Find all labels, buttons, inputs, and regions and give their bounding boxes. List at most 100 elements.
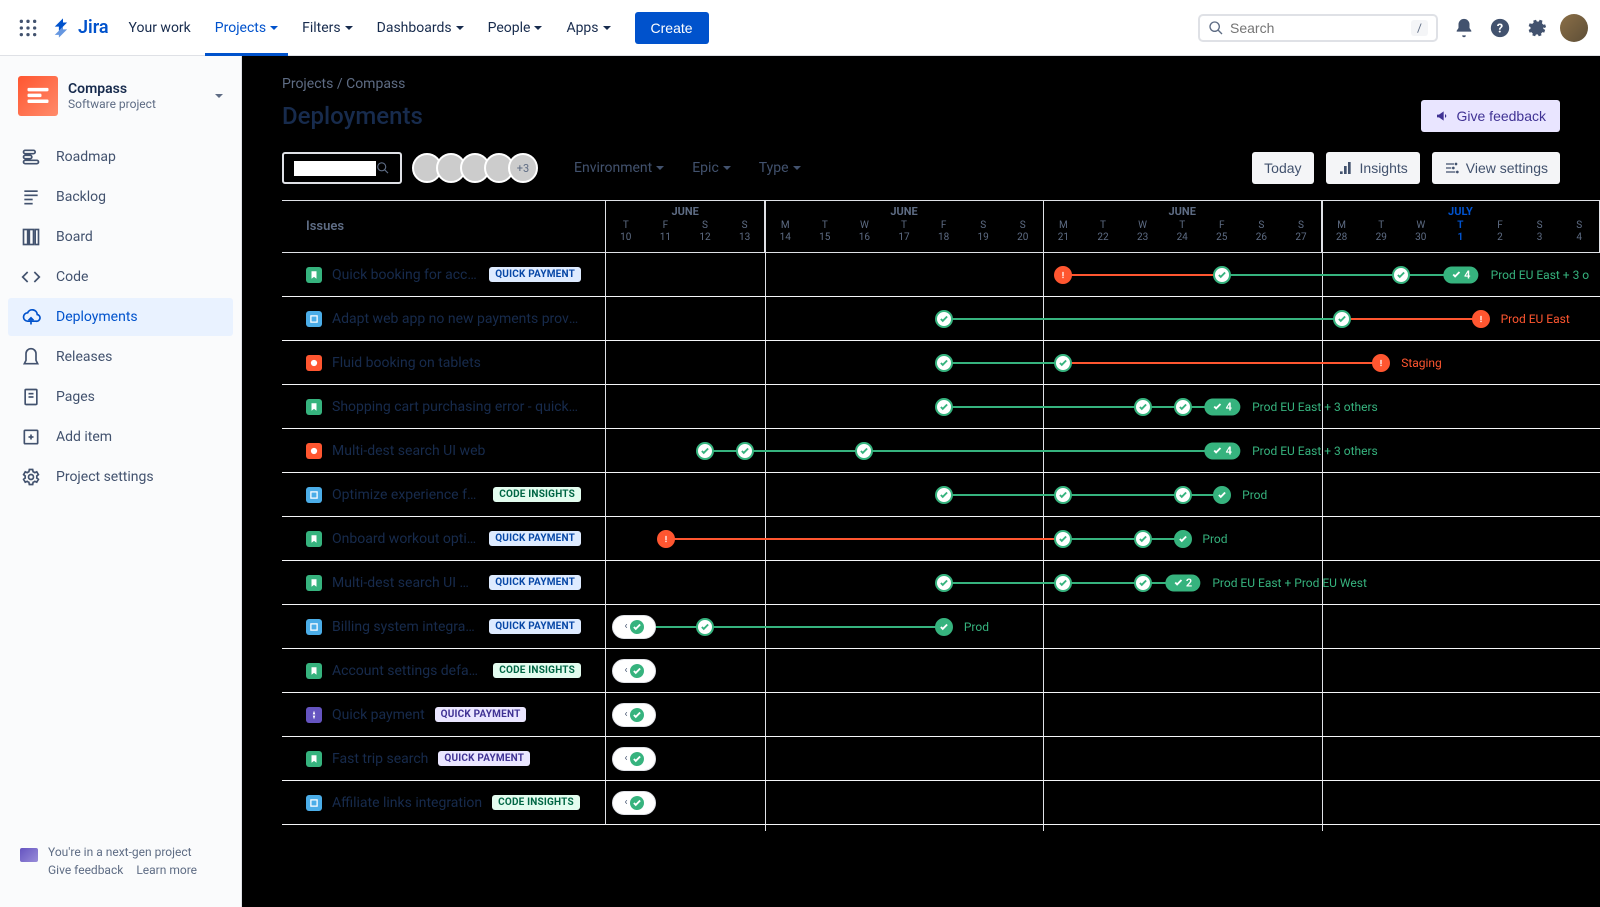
deploy-marker[interactable] bbox=[935, 574, 953, 592]
deploy-marker[interactable] bbox=[1392, 266, 1410, 284]
apps-switcher-icon[interactable] bbox=[12, 12, 44, 44]
footer-feedback-link[interactable]: Give feedback bbox=[48, 863, 123, 877]
collapse-button[interactable]: ‹ bbox=[612, 703, 656, 727]
view-settings-button[interactable]: View settings bbox=[1432, 152, 1560, 184]
deploy-count-badge[interactable]: 2 bbox=[1165, 574, 1200, 591]
deploy-marker[interactable] bbox=[1174, 398, 1192, 416]
deploy-marker[interactable] bbox=[1213, 266, 1231, 284]
epic-badge[interactable]: QUICK PAYMENT bbox=[489, 575, 581, 590]
sidebar-item-releases[interactable]: Releases bbox=[8, 338, 233, 376]
issue-row[interactable]: Fluid booking on tablets bbox=[282, 341, 606, 385]
issue-row[interactable]: Multi-dest search UI web bbox=[282, 429, 606, 473]
epic-badge[interactable]: QUICK PAYMENT bbox=[489, 267, 581, 282]
deploy-marker[interactable] bbox=[1333, 310, 1351, 328]
settings-icon[interactable] bbox=[1520, 12, 1552, 44]
sidebar-item-pages[interactable]: Pages bbox=[8, 378, 233, 416]
jira-logo[interactable]: Jira bbox=[52, 17, 109, 39]
issue-row[interactable]: Optimize experience for mobile webCODE I… bbox=[282, 473, 606, 517]
settings-icon bbox=[20, 466, 42, 488]
deploy-marker[interactable] bbox=[1213, 486, 1231, 504]
avatar-more[interactable]: +3 bbox=[508, 153, 538, 183]
create-button[interactable]: Create bbox=[635, 12, 709, 44]
sidebar-item-add-item[interactable]: Add item bbox=[8, 418, 233, 456]
deploy-marker[interactable] bbox=[1372, 354, 1390, 372]
deploy-marker[interactable] bbox=[657, 530, 675, 548]
epic-badge[interactable]: CODE INSIGHTS bbox=[493, 663, 581, 678]
epic-badge[interactable]: QUICK PAYMENT bbox=[489, 619, 581, 634]
deploy-marker[interactable] bbox=[935, 354, 953, 372]
collapse-button[interactable]: ‹ bbox=[612, 747, 656, 771]
global-search[interactable]: / bbox=[1198, 14, 1438, 42]
deploy-count-badge[interactable]: 4 bbox=[1205, 442, 1240, 459]
issue-row[interactable]: Fast trip searchQUICK PAYMENT bbox=[282, 737, 606, 781]
issue-row[interactable]: Account settings defaultsCODE INSIGHTS bbox=[282, 649, 606, 693]
issue-row[interactable]: Multi-dest search UI mobilewebQUICK PAYM… bbox=[282, 561, 606, 605]
nav-dashboards[interactable]: Dashboards bbox=[367, 12, 474, 44]
issue-row[interactable]: Quick paymentQUICK PAYMENT bbox=[282, 693, 606, 737]
deploy-marker[interactable] bbox=[935, 398, 953, 416]
project-expand-icon[interactable] bbox=[215, 94, 223, 98]
deploy-marker[interactable] bbox=[1174, 530, 1192, 548]
nav-apps[interactable]: Apps bbox=[556, 12, 620, 44]
project-header[interactable]: Compass Software project bbox=[8, 76, 233, 136]
deploy-marker[interactable] bbox=[1134, 398, 1152, 416]
collapse-button[interactable]: ‹ bbox=[612, 791, 656, 815]
deploy-marker[interactable] bbox=[935, 486, 953, 504]
deploy-marker[interactable] bbox=[935, 618, 953, 636]
nav-your-work[interactable]: Your work bbox=[119, 12, 201, 44]
today-button[interactable]: Today bbox=[1252, 152, 1313, 184]
issue-row[interactable]: Onboard workout options (OWO)QUICK PAYME… bbox=[282, 517, 606, 561]
issue-row[interactable]: Adapt web app no new payments provider bbox=[282, 297, 606, 341]
sidebar-item-project-settings[interactable]: Project settings bbox=[8, 458, 233, 496]
sidebar-item-code[interactable]: Code bbox=[8, 258, 233, 296]
deploy-marker[interactable] bbox=[696, 442, 714, 460]
epic-badge[interactable]: QUICK PAYMENT bbox=[435, 707, 527, 722]
sidebar-item-deployments[interactable]: Deployments bbox=[8, 298, 233, 336]
filter-epic[interactable]: Epic bbox=[684, 154, 739, 182]
sidebar-item-backlog[interactable]: Backlog bbox=[8, 178, 233, 216]
search-input[interactable] bbox=[1230, 20, 1411, 36]
local-search-input[interactable] bbox=[294, 161, 376, 176]
epic-badge[interactable]: QUICK PAYMENT bbox=[489, 531, 581, 546]
collapse-button[interactable]: ‹ bbox=[612, 615, 656, 639]
issue-row[interactable]: Shopping cart purchasing error - quick f… bbox=[282, 385, 606, 429]
nav-projects[interactable]: Projects bbox=[205, 12, 288, 44]
issue-row[interactable]: Billing system integration - frontendQUI… bbox=[282, 605, 606, 649]
give-feedback-button[interactable]: Give feedback bbox=[1421, 100, 1561, 132]
sidebar-item-roadmap[interactable]: Roadmap bbox=[8, 138, 233, 176]
sidebar-item-board[interactable]: Board bbox=[8, 218, 233, 256]
deploy-count-badge[interactable]: 4 bbox=[1443, 266, 1478, 283]
epic-badge[interactable]: CODE INSIGHTS bbox=[493, 487, 581, 502]
deploy-marker[interactable] bbox=[1174, 486, 1192, 504]
avatar-stack[interactable]: +3 bbox=[418, 153, 538, 183]
deploy-marker[interactable] bbox=[1134, 574, 1152, 592]
deploy-marker[interactable] bbox=[855, 442, 873, 460]
deploy-marker[interactable] bbox=[1472, 310, 1490, 328]
breadcrumb-projects[interactable]: Projects bbox=[282, 76, 333, 92]
footer-learnmore-link[interactable]: Learn more bbox=[136, 863, 197, 877]
deploy-count-badge[interactable]: 4 bbox=[1205, 398, 1240, 415]
deploy-marker[interactable] bbox=[935, 310, 953, 328]
deploy-marker[interactable] bbox=[1054, 574, 1072, 592]
notifications-icon[interactable] bbox=[1448, 12, 1480, 44]
filter-type[interactable]: Type bbox=[751, 154, 809, 182]
nav-people[interactable]: People bbox=[478, 12, 553, 44]
collapse-button[interactable]: ‹ bbox=[612, 659, 656, 683]
epic-badge[interactable]: QUICK PAYMENT bbox=[438, 751, 530, 766]
deploy-marker[interactable] bbox=[1054, 266, 1072, 284]
deploy-marker[interactable] bbox=[696, 618, 714, 636]
local-search[interactable] bbox=[282, 152, 402, 184]
issue-row[interactable]: Quick booking for accommodationsQUICK PA… bbox=[282, 253, 606, 297]
filter-environment[interactable]: Environment bbox=[566, 154, 672, 182]
deploy-marker[interactable] bbox=[736, 442, 754, 460]
deploy-marker[interactable] bbox=[1134, 530, 1152, 548]
deploy-marker[interactable] bbox=[1054, 530, 1072, 548]
deploy-marker[interactable] bbox=[1054, 486, 1072, 504]
deploy-marker[interactable] bbox=[1054, 354, 1072, 372]
issue-row[interactable]: Affiliate links integrationCODE INSIGHTS bbox=[282, 781, 606, 825]
user-avatar[interactable] bbox=[1560, 14, 1588, 42]
help-icon[interactable]: ? bbox=[1484, 12, 1516, 44]
nav-filters[interactable]: Filters bbox=[292, 12, 363, 44]
epic-badge[interactable]: CODE INSIGHTS bbox=[492, 795, 580, 810]
insights-button[interactable]: Insights bbox=[1326, 152, 1420, 184]
